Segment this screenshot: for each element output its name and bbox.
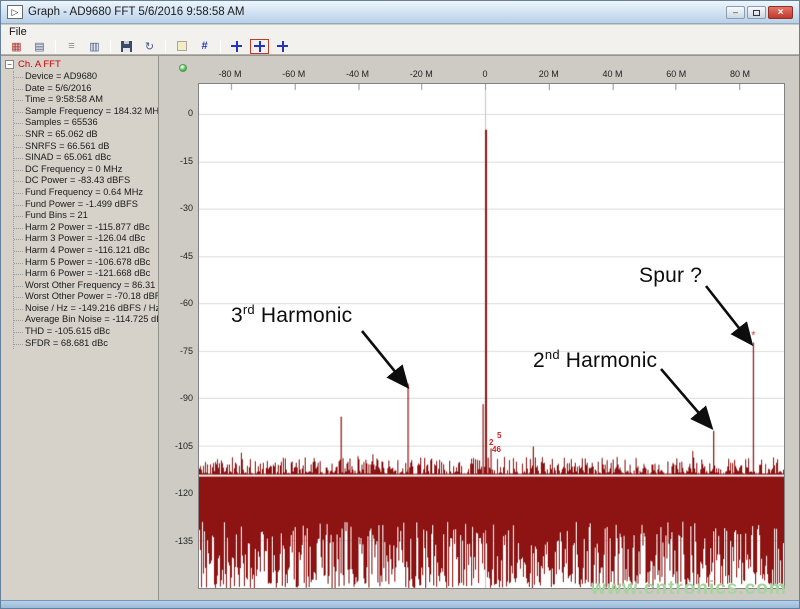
toolbar-separator — [55, 39, 56, 53]
tree-item: SINAD = 65.061 dBc — [14, 152, 158, 164]
cursor-label-icon[interactable]: ▥ — [85, 39, 104, 54]
color-box-icon — [176, 41, 187, 51]
tree-item: Harm 4 Power = -116.121 dBc — [14, 245, 158, 257]
y-tick-label: -90 — [179, 393, 193, 403]
window-title: Graph - AD9680 FFT 5/6/2016 9:58:58 AM — [28, 6, 245, 18]
tree-root-label: Ch. A FFT — [18, 59, 61, 70]
fit-horizontal-icon[interactable] — [227, 39, 246, 54]
list-view-icon[interactable]: ≡ — [62, 39, 81, 54]
titlebar[interactable]: ▷ Graph - AD9680 FFT 5/6/2016 9:58:58 AM… — [1, 1, 799, 24]
tree-item: Worst Other Power = -70.18 dBFS — [14, 291, 158, 303]
tree-item: Time = 9:58:58 AM — [14, 94, 158, 106]
x-tick-label: 60 M — [666, 69, 687, 79]
tree-item: Harm 2 Power = -115.877 dBc — [14, 222, 158, 234]
watermark: www.cntronics.com — [591, 578, 787, 599]
tree-item: Fund Power = -1.499 dBFS — [14, 199, 158, 211]
toolbar: ▦ ▤ ≡ ▥ ↻ # — [1, 38, 799, 55]
y-tick-label: -75 — [179, 345, 193, 356]
x-tick-label: -80 M — [218, 69, 242, 79]
annotation-spur: Spur ? — [639, 262, 702, 288]
tree-item: Samples = 65536 — [14, 117, 158, 129]
toolbar-separator — [165, 39, 166, 53]
export-refresh-icon[interactable]: ↻ — [140, 39, 159, 54]
tree-item: Worst Other Frequency = 86.31 MHz — [14, 280, 158, 292]
annotation-text: 3 — [231, 304, 243, 327]
toolbar-separator — [110, 39, 111, 53]
fft-chart-icon[interactable]: ▦ — [7, 39, 26, 54]
color-box-icon[interactable] — [172, 39, 191, 54]
y-tick-label: -120 — [174, 488, 193, 498]
tree-item: DC Power = -83.43 dBFS — [14, 175, 158, 187]
app-icon: ▷ — [7, 5, 23, 19]
x-tick-label: -20 M — [409, 69, 433, 79]
maximize-icon — [753, 9, 760, 16]
annotation-sup: nd — [544, 347, 560, 362]
status-led-icon — [179, 64, 187, 72]
menu-file[interactable]: File — [1, 26, 35, 38]
toolbar-separator — [220, 39, 221, 53]
bin-marker-label: 46 — [492, 445, 501, 454]
tree-item: Sample Frequency = 184.32 MHz — [14, 106, 158, 118]
annotation-3rd-harmonic: 3rd Harmonic — [231, 302, 352, 328]
x-tick-label: -40 M — [345, 69, 370, 79]
annotation-text: 2 — [533, 349, 545, 372]
graph-panel: -80 M -60 M -40 M -20 M 0 20 M 40 M 60 M 80 M 0 -… — [159, 55, 799, 601]
save-icon[interactable] — [117, 39, 136, 54]
tree-items: Device = AD9680 Date = 5/6/2016 Time = 9:5… — [13, 71, 158, 350]
y-tick-label: -15 — [179, 155, 193, 166]
y-tick-label: -60 — [179, 298, 193, 308]
fit-vertical-icon — [277, 40, 288, 52]
bin-marker-label: 5 — [497, 431, 502, 440]
menubar: File — [1, 25, 799, 38]
annotation-text: Spur ? — [639, 264, 703, 287]
collapse-icon[interactable]: − — [5, 60, 14, 69]
x-tick-label: 0 — [482, 69, 488, 79]
form-window-icon[interactable]: ▤ — [30, 39, 49, 54]
tree-item: DC Frequency = 0 MHz — [14, 164, 158, 176]
tree-root[interactable]: − Ch. A FFT — [5, 59, 158, 70]
x-tick-label: 40 M — [602, 69, 623, 79]
annotation-2nd-harmonic: 2nd Harmonic — [533, 347, 657, 373]
tree-item: THD = -105.615 dBc — [14, 326, 158, 338]
tree-item: Harm 6 Power = -121.668 dBc — [14, 268, 158, 280]
close-button[interactable]: × — [768, 5, 793, 19]
y-tick-label: -30 — [179, 203, 193, 213]
annotation-text: Harmonic — [559, 349, 658, 372]
tree-item: Noise / Hz = -149.216 dBFS / Hz — [14, 303, 158, 315]
maximize-button[interactable] — [747, 5, 766, 19]
annotation-text: Harmonic — [254, 304, 353, 327]
x-tick-label: -60 M — [282, 69, 306, 79]
y-tick-label: -105 — [174, 440, 193, 451]
tree-item: Harm 3 Power = -126.04 dBc — [14, 233, 158, 245]
window-bottom-frame — [1, 600, 799, 608]
fit-both-icon — [254, 40, 265, 52]
y-tick-label: 0 — [187, 108, 193, 118]
save-icon — [121, 40, 132, 52]
y-tick-label: -45 — [179, 250, 193, 261]
annotation-sup: rd — [242, 302, 255, 317]
tree-item: Fund Bins = 21 — [14, 210, 158, 222]
y-tick-label: -135 — [174, 535, 193, 546]
tree-item: Fund Frequency = 0.64 MHz — [14, 187, 158, 199]
app-window: ▷ Graph - AD9680 FFT 5/6/2016 9:58:58 AM… — [0, 0, 800, 609]
fit-horizontal-icon — [231, 40, 242, 52]
minimize-button[interactable]: – — [726, 5, 745, 19]
x-tick-label: 20 M — [538, 69, 559, 79]
grid-toggle-icon[interactable]: # — [195, 39, 214, 54]
fit-vertical-icon[interactable] — [273, 39, 292, 54]
tree-item: SFDR = 68.681 dBc — [14, 338, 158, 350]
tree-item: Average Bin Noise = -114.725 dBFS — [14, 314, 158, 326]
x-tick-label: 80 M — [729, 69, 751, 79]
fit-both-icon[interactable] — [250, 38, 269, 54]
tree-item: SNR = 65.062 dB — [14, 129, 158, 141]
tree-item: SNRFS = 66.561 dB — [14, 141, 158, 153]
fft-plot[interactable] — [198, 83, 785, 589]
results-tree-panel: − Ch. A FFT Device = AD9680 Date = 5/6/20… — [1, 55, 159, 601]
tree-item: Date = 5/6/2016 — [14, 83, 158, 95]
tree-item: Device = AD9680 — [14, 71, 158, 83]
tree-item: Harm 5 Power = -106.678 dBc — [14, 257, 158, 269]
